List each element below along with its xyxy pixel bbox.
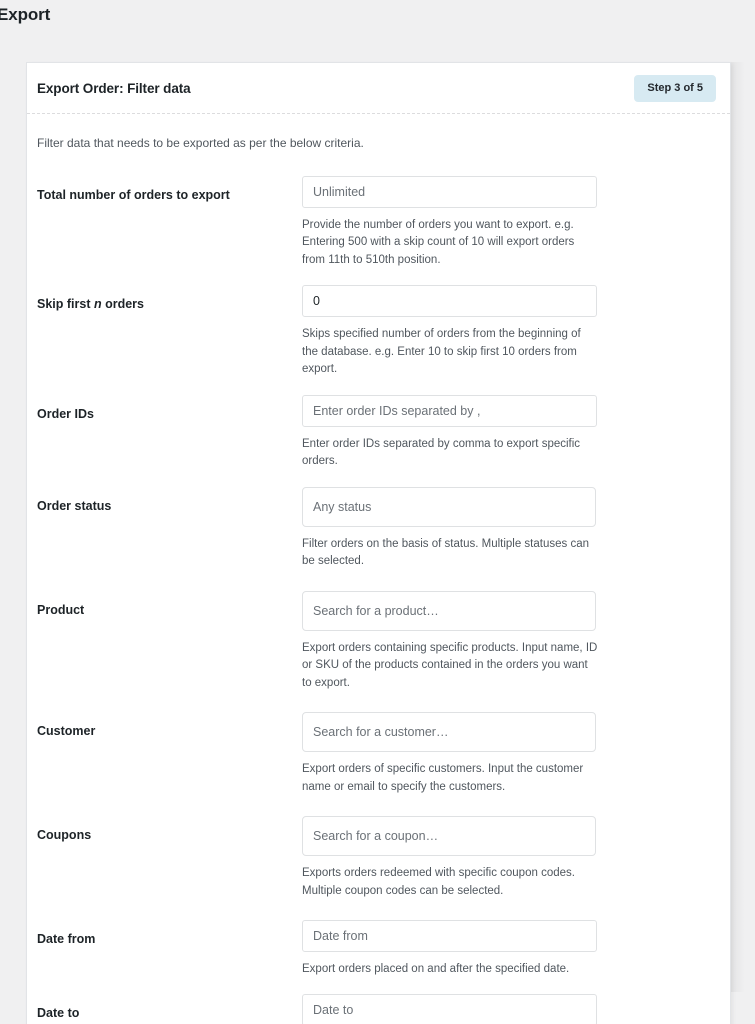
field-label-date-to: Date to (37, 1006, 80, 1021)
order-status-select[interactable]: Any status (302, 486, 596, 527)
field-help-order-status: Filter orders on the basis of status. Mu… (302, 537, 589, 568)
filter-row-date-to: Date to Export orders placed upto the spe… (37, 994, 720, 1024)
field-col-customer: Search for a customer… Export orders of s… (302, 712, 597, 796)
field-label-skip-first-n-orders: Skip first n orders (37, 297, 144, 312)
product-select[interactable]: Search for a product… (302, 590, 596, 631)
customer-select[interactable]: Search for a customer… (302, 712, 596, 753)
field-label-order-ids: Order IDs (37, 406, 94, 421)
field-help-customer: Export orders of specific customers. Inp… (302, 763, 584, 793)
filter-row-order-ids: Order IDs Enter order IDs separated by co… (37, 394, 720, 471)
card-body: Filter data that needs to be exported as… (27, 114, 730, 1024)
field-col-coupons: Search for a coupon… Exports orders redee… (302, 816, 597, 900)
field-label-customer: Customer (37, 724, 96, 739)
field-label-product: Product (37, 602, 85, 617)
intro-text: Filter data that needs to be exported as… (37, 136, 364, 150)
page-title: Export (0, 5, 51, 24)
field-help-skip-first-n-orders: Skips specified number of orders from th… (302, 328, 581, 376)
field-col-order-ids: Enter order IDs separated by comma to ex… (302, 394, 597, 471)
field-col-product: Search for a product… Export orders conta… (302, 590, 598, 692)
scroll-edge-shadow (731, 62, 745, 992)
field-help-coupons: Exports orders redeemed with specific co… (302, 867, 575, 897)
field-label-order-status: Order status (37, 498, 112, 513)
field-help-date-from: Export orders placed on and after the sp… (302, 962, 570, 975)
field-col-date-to: Export orders placed upto the specified … (302, 994, 597, 1024)
field-help-order-ids: Enter order IDs separated by comma to ex… (302, 437, 581, 468)
order-ids-input[interactable] (302, 394, 597, 427)
field-col-date-from: Export orders placed on and after the sp… (302, 919, 597, 978)
field-col-total-number-of-orders-to-export: Provide the number of orders you want to… (302, 176, 597, 269)
coupons-select[interactable]: Search for a coupon… (302, 816, 596, 857)
filter-row-date-from: Date from Export orders placed on and aft… (37, 919, 720, 978)
field-help-product: Export orders containing specific produc… (302, 641, 598, 689)
field-col-skip-first-n-orders: Skips specified number of orders from th… (302, 285, 597, 378)
filter-row-order-status: Order status Any status Filter orders on t… (37, 486, 720, 571)
export-filter-card: Export Order: Filter data Step 3 of 5 Fi… (26, 62, 731, 1024)
field-col-order-status: Any status Filter orders on the basis of … (302, 486, 597, 571)
card-title: Export Order: Filter data (37, 80, 191, 96)
order-status-select-value: Any status (313, 499, 372, 514)
customer-select-value: Search for a customer… (313, 725, 449, 740)
filter-row-skip-first-n-orders: Skip first n orders Skips specified numbe… (37, 285, 720, 378)
card-header: Export Order: Filter data Step 3 of 5 (27, 63, 730, 114)
filter-row-product: Product Search for a product… Export order… (37, 590, 720, 692)
status-badge: Step 3 of 5 (634, 74, 716, 102)
date-from-input[interactable] (302, 919, 597, 952)
date-to-input[interactable] (302, 994, 597, 1024)
filter-row-customer: Customer Search for a customer… Export ord… (37, 712, 720, 796)
total-number-of-orders-to-export-input[interactable] (302, 176, 597, 208)
filter-row-coupons: Coupons Search for a coupon… Exports order… (37, 816, 720, 900)
filter-fields-list: Total number of orders to export Provide … (37, 176, 720, 1024)
field-help-total-number-of-orders-to-export: Provide the number of orders you want to… (302, 219, 575, 266)
field-label-total-number-of-orders-to-export: Total number of orders to export (37, 188, 230, 202)
export-wizard-screen: Export Export Order: Filter data Step 3 … (0, 0, 755, 1024)
product-select-value: Search for a product… (313, 603, 439, 618)
coupons-select-value: Search for a coupon… (313, 829, 439, 844)
filter-row-total-number-of-orders-to-export: Total number of orders to export Provide … (37, 176, 720, 269)
skip-first-n-orders-input[interactable] (302, 285, 597, 318)
field-label-coupons: Coupons (37, 828, 92, 843)
field-label-date-from: Date from (37, 931, 96, 946)
